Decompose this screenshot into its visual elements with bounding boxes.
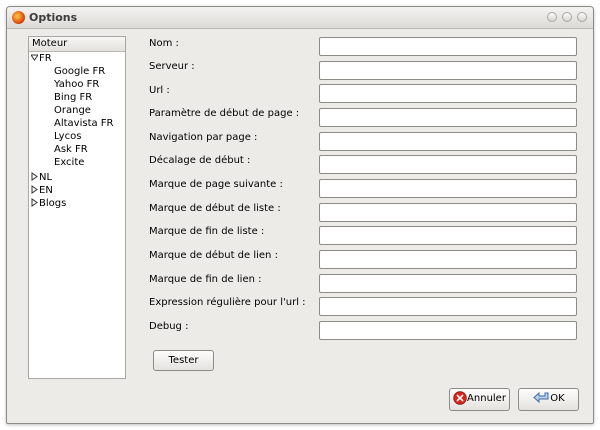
marque-page-suivante-input[interactable] [319,179,577,198]
options-window: Options Moteur FR Google FR Yahoo FR Bin… [6,6,594,424]
url-input[interactable] [319,84,577,103]
ok-arrow-icon [533,391,549,404]
label-marque-debut-liste: Marque de début de liste : [149,203,281,214]
label-expression-reguliere-url: Expression régulière pour l'url : [149,297,306,308]
marque-debut-liste-input[interactable] [319,203,577,222]
collapsed-triangle-icon[interactable] [31,172,38,181]
tree-node-label: NL [39,172,53,183]
tree-item-ask-fr[interactable]: Ask FR [54,143,88,156]
engine-tree[interactable]: Moteur FR Google FR Yahoo FR Bing FR Ora… [28,36,126,379]
tree-node-en[interactable]: EN [31,184,53,197]
tree-item-lycos[interactable]: Lycos [54,130,81,143]
tree-item-orange[interactable]: Orange [54,104,91,117]
expanded-triangle-icon[interactable] [31,53,38,62]
firefox-icon [12,11,25,24]
label-serveur: Serveur : [149,61,195,72]
cancel-icon [453,391,467,405]
ok-label: OK [550,393,565,404]
tree-header-moteur[interactable]: Moteur [29,37,125,52]
label-debug: Debug : [149,321,189,332]
decalage-debut-input[interactable] [319,155,577,174]
parametre-debut-page-input[interactable] [319,108,577,127]
label-parametre-debut-page: Paramètre de début de page : [149,108,300,119]
minimize-button[interactable] [547,12,557,22]
collapsed-triangle-icon[interactable] [31,185,38,194]
title-bar: Options [7,7,593,29]
tree-item-excite[interactable]: Excite [54,156,84,169]
cancel-label: Annuler [467,393,506,404]
label-marque-page-suivante: Marque de page suivante : [149,179,283,190]
window-title: Options [29,11,78,24]
debug-input[interactable] [319,321,577,340]
collapsed-triangle-icon[interactable] [31,198,38,207]
tree-node-label: Blogs [39,198,67,209]
serveur-input[interactable] [319,61,577,80]
cancel-button[interactable]: Annuler [449,388,510,411]
ok-button[interactable]: OK [518,388,579,411]
tree-node-label: FR [39,53,52,64]
label-nom: Nom : [149,38,179,49]
label-marque-fin-lien: Marque de fin de lien : [149,274,262,285]
nom-input[interactable] [319,37,577,56]
tester-button[interactable]: Tester [153,350,214,371]
tree-node-nl[interactable]: NL [31,171,52,184]
maximize-button[interactable] [562,12,572,22]
label-url: Url : [149,85,170,96]
tree-node-blogs[interactable]: Blogs [31,197,66,210]
expression-reguliere-url-input[interactable] [319,297,577,316]
tree-node-label: EN [39,185,53,196]
label-navigation-par-page: Navigation par page : [149,132,258,143]
tree-item-yahoo-fr[interactable]: Yahoo FR [54,78,99,91]
navigation-par-page-input[interactable] [319,132,577,151]
label-marque-debut-lien: Marque de début de lien : [149,250,278,261]
marque-fin-lien-input[interactable] [319,274,577,293]
label-marque-fin-liste: Marque de fin de liste : [149,226,265,237]
tree-item-bing-fr[interactable]: Bing FR [54,91,92,104]
tree-item-altavista-fr[interactable]: Altavista FR [54,117,114,130]
marque-fin-liste-input[interactable] [319,226,577,245]
tree-node-fr[interactable]: FR [31,52,52,65]
label-decalage-debut: Décalage de début : [149,155,251,166]
close-button[interactable] [577,12,587,22]
marque-debut-lien-input[interactable] [319,250,577,269]
tree-item-google-fr[interactable]: Google FR [54,65,105,78]
